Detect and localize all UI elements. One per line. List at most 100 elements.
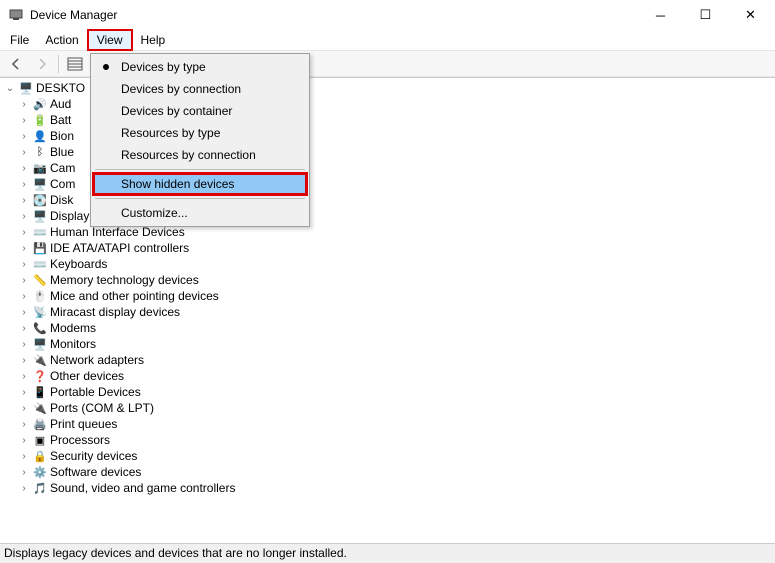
tree-node[interactable]: ›📏Memory technology devices	[2, 272, 775, 288]
tree-node-label: Mice and other pointing devices	[50, 289, 219, 303]
audio-icon: 🔊	[32, 96, 48, 112]
tree-node-label: Miracast display devices	[50, 305, 180, 319]
back-button[interactable]	[4, 53, 28, 75]
chevron-right-icon[interactable]: ›	[18, 451, 30, 462]
memory-icon: 📏	[32, 272, 48, 288]
tree-node-label: Software devices	[50, 465, 141, 479]
menu-item-label: Devices by connection	[121, 82, 241, 96]
printer-icon: 🖨️	[32, 416, 48, 432]
menu-item-label: Devices by type	[121, 60, 206, 74]
tree-node[interactable]: ›▣Processors	[2, 432, 775, 448]
tree-node[interactable]: ›🔒Security devices	[2, 448, 775, 464]
menu-item-label: Devices by container	[121, 104, 232, 118]
chevron-right-icon[interactable]: ›	[18, 275, 30, 286]
other-icon: ❓	[32, 368, 48, 384]
menu-file[interactable]: File	[2, 31, 37, 49]
menu-item-resources-by-connection[interactable]: Resources by connection	[93, 144, 307, 166]
titlebar: Device Manager ─ ☐ ✕	[0, 0, 775, 30]
chevron-right-icon[interactable]: ›	[18, 467, 30, 478]
menu-item-devices-by-connection[interactable]: Devices by connection	[93, 78, 307, 100]
tree-node[interactable]: ›⌨️Keyboards	[2, 256, 775, 272]
tree-node-label: Print queues	[50, 417, 117, 431]
tree-node-label: Other devices	[50, 369, 124, 383]
window-title: Device Manager	[30, 8, 638, 22]
menu-item-show-hidden-devices[interactable]: Show hidden devices	[93, 173, 307, 195]
menu-separator	[95, 169, 305, 170]
menu-item-customize-[interactable]: Customize...	[93, 202, 307, 224]
port-icon: 🔌	[32, 400, 48, 416]
menu-item-label: Show hidden devices	[121, 177, 234, 191]
tree-node[interactable]: ›🖥️Monitors	[2, 336, 775, 352]
chevron-right-icon[interactable]: ›	[18, 371, 30, 382]
chevron-right-icon[interactable]: ›	[18, 131, 30, 142]
close-button[interactable]: ✕	[728, 1, 773, 30]
tree-node-label: Memory technology devices	[50, 273, 199, 287]
tree-node[interactable]: ›🖱️Mice and other pointing devices	[2, 288, 775, 304]
menu-item-label: Customize...	[121, 206, 188, 220]
chevron-right-icon[interactable]: ›	[18, 387, 30, 398]
menu-action[interactable]: Action	[37, 31, 86, 49]
chevron-right-icon[interactable]: ›	[18, 227, 30, 238]
software-icon: ⚙️	[32, 464, 48, 480]
chevron-right-icon[interactable]: ›	[18, 307, 30, 318]
tree-node-label: Processors	[50, 433, 110, 447]
tree-node-label: Security devices	[50, 449, 137, 463]
chevron-right-icon[interactable]: ›	[18, 419, 30, 430]
security-icon: 🔒	[32, 448, 48, 464]
chevron-down-icon[interactable]: ⌄	[4, 83, 16, 94]
chevron-right-icon[interactable]: ›	[18, 323, 30, 334]
view-button[interactable]	[63, 53, 87, 75]
chevron-right-icon[interactable]: ›	[18, 403, 30, 414]
menu-item-devices-by-type[interactable]: Devices by type	[93, 56, 307, 78]
tree-node-label: Aud	[50, 97, 71, 111]
menu-item-resources-by-type[interactable]: Resources by type	[93, 122, 307, 144]
chevron-right-icon[interactable]: ›	[18, 147, 30, 158]
toolbar-separator	[58, 55, 59, 73]
forward-button[interactable]	[30, 53, 54, 75]
menu-help[interactable]: Help	[133, 31, 174, 49]
tree-node[interactable]: ›📱Portable Devices	[2, 384, 775, 400]
tree-node[interactable]: ›💾IDE ATA/ATAPI controllers	[2, 240, 775, 256]
chevron-right-icon[interactable]: ›	[18, 99, 30, 110]
chevron-right-icon[interactable]: ›	[18, 243, 30, 254]
chevron-right-icon[interactable]: ›	[18, 179, 30, 190]
tree-node[interactable]: ›📡Miracast display devices	[2, 304, 775, 320]
tree-node[interactable]: ›🎵Sound, video and game controllers	[2, 480, 775, 496]
battery-icon: 🔋	[32, 112, 48, 128]
modem-icon: 📞	[32, 320, 48, 336]
tree-node[interactable]: ›⚙️Software devices	[2, 464, 775, 480]
tree-node[interactable]: ›🔌Network adapters	[2, 352, 775, 368]
chevron-right-icon[interactable]: ›	[18, 259, 30, 270]
desktop-icon: 🖥️	[18, 80, 34, 96]
maximize-button[interactable]: ☐	[683, 1, 728, 30]
tree-node-label: Com	[50, 177, 75, 191]
tree-node[interactable]: ›❓Other devices	[2, 368, 775, 384]
tree-node[interactable]: ›🔌Ports (COM & LPT)	[2, 400, 775, 416]
app-icon	[8, 7, 24, 23]
menu-view[interactable]: View	[87, 29, 133, 51]
tree-node-label: Sound, video and game controllers	[50, 481, 235, 495]
tree-node[interactable]: ›🖨️Print queues	[2, 416, 775, 432]
tree-node-label: Keyboards	[50, 257, 107, 271]
tree-node-label: Batt	[50, 113, 71, 127]
status-text: Displays legacy devices and devices that…	[4, 546, 347, 560]
chevron-right-icon[interactable]: ›	[18, 115, 30, 126]
chevron-right-icon[interactable]: ›	[18, 483, 30, 494]
chevron-right-icon[interactable]: ›	[18, 163, 30, 174]
tree-node[interactable]: ›📞Modems	[2, 320, 775, 336]
minimize-button[interactable]: ─	[638, 1, 683, 30]
status-bar: Displays legacy devices and devices that…	[0, 543, 775, 563]
chevron-right-icon[interactable]: ›	[18, 211, 30, 222]
menu-item-devices-by-container[interactable]: Devices by container	[93, 100, 307, 122]
tree-node-label: Disk	[50, 193, 73, 207]
keyboard-icon: ⌨️	[32, 256, 48, 272]
chevron-right-icon[interactable]: ›	[18, 195, 30, 206]
miracast-icon: 📡	[32, 304, 48, 320]
camera-icon: 📷	[32, 160, 48, 176]
monitor-icon: 🖥️	[32, 336, 48, 352]
menubar: FileActionViewHelp	[0, 30, 775, 51]
chevron-right-icon[interactable]: ›	[18, 435, 30, 446]
chevron-right-icon[interactable]: ›	[18, 291, 30, 302]
chevron-right-icon[interactable]: ›	[18, 355, 30, 366]
chevron-right-icon[interactable]: ›	[18, 339, 30, 350]
